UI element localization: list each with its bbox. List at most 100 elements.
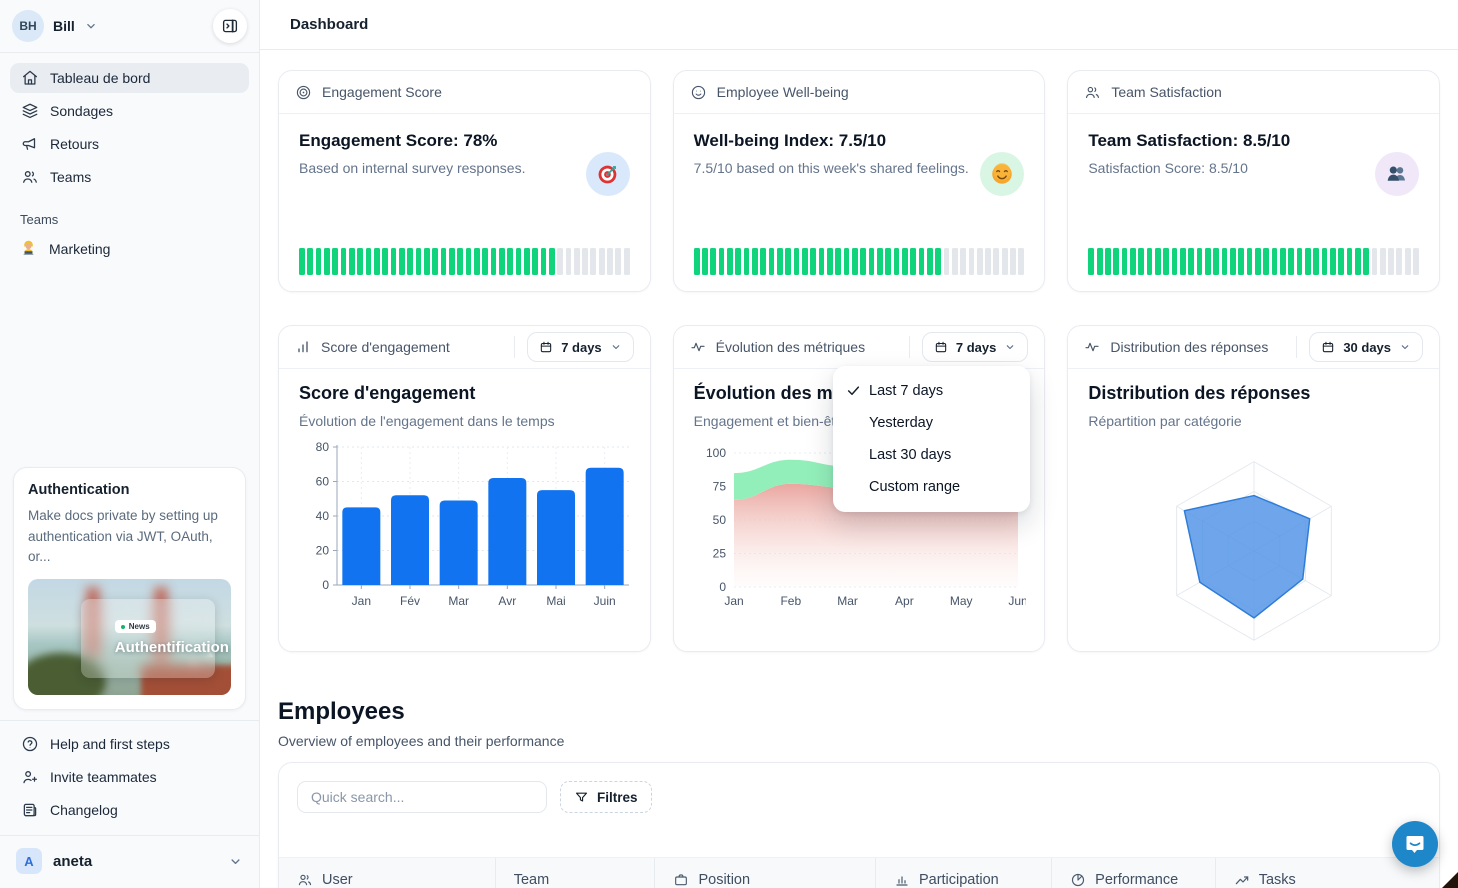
progress-segment bbox=[357, 248, 363, 275]
progress-segment bbox=[1155, 248, 1161, 275]
sidebar-footer-nav: Help and first steps Invite teammates Ch… bbox=[0, 721, 259, 829]
date-range-button[interactable]: 7 days bbox=[922, 332, 1028, 362]
progress-segment bbox=[1280, 248, 1286, 275]
user-avatar[interactable]: BH bbox=[12, 10, 44, 42]
progress-segment bbox=[1288, 248, 1294, 275]
collapse-sidebar-button[interactable] bbox=[213, 9, 247, 43]
progress-segment bbox=[599, 248, 605, 275]
progress-segment bbox=[566, 248, 572, 275]
progress-bar bbox=[694, 248, 1025, 275]
progress-segment bbox=[935, 248, 941, 275]
progress-segment bbox=[432, 248, 438, 275]
progress-segment bbox=[299, 248, 305, 275]
chat-launcher-button[interactable] bbox=[1392, 821, 1438, 867]
dropdown-item-custom-range[interactable]: Custom range bbox=[833, 471, 1030, 503]
progress-segment bbox=[727, 248, 733, 275]
svg-text:50: 50 bbox=[712, 513, 726, 527]
progress-segment bbox=[760, 248, 766, 275]
sidebar-item-dashboard[interactable]: Tableau de bord bbox=[10, 63, 249, 93]
users-icon bbox=[297, 872, 313, 888]
chat-icon bbox=[1403, 832, 1427, 856]
progress-segment bbox=[307, 248, 313, 275]
home-icon bbox=[21, 69, 39, 87]
sidebar-item-invite[interactable]: Invite teammates bbox=[10, 762, 249, 792]
progress-segment bbox=[702, 248, 708, 275]
divider bbox=[909, 336, 910, 358]
sidebar-item-changelog[interactable]: Changelog bbox=[10, 795, 249, 825]
briefcase-icon bbox=[673, 872, 689, 888]
team-item-label: Marketing bbox=[49, 241, 110, 257]
sidebar-header: BH Bill bbox=[0, 0, 259, 52]
search-input[interactable] bbox=[297, 781, 547, 813]
progress-segment bbox=[1263, 248, 1269, 275]
sidebar-item-label: Tableau de bord bbox=[50, 70, 150, 86]
svg-text:Mar: Mar bbox=[448, 594, 469, 608]
progress-bar bbox=[1088, 248, 1419, 275]
newspaper-icon bbox=[21, 801, 39, 819]
card-header-label: Team Satisfaction bbox=[1111, 84, 1222, 100]
chart-subtitle: Répartition par catégorie bbox=[1088, 413, 1419, 429]
column-header-team[interactable]: Team bbox=[495, 858, 655, 888]
sidebar-item-marketing[interactable]: Marketing bbox=[0, 233, 259, 264]
progress-segment bbox=[1405, 248, 1411, 275]
progress-segment bbox=[324, 248, 330, 275]
progress-segment bbox=[474, 248, 480, 275]
date-range-label: 30 days bbox=[1343, 340, 1391, 355]
news-dot-icon bbox=[121, 625, 125, 629]
person-plus-icon bbox=[21, 768, 39, 786]
column-header-participation[interactable]: Participation bbox=[875, 858, 1051, 888]
stat-card-engagement: Engagement Score Engagement Score: 78% B… bbox=[278, 70, 651, 292]
svg-text:25: 25 bbox=[712, 547, 726, 561]
progress-segment bbox=[894, 248, 900, 275]
svg-text:Avr: Avr bbox=[498, 594, 516, 608]
svg-text:Fév: Fév bbox=[400, 594, 420, 608]
promo-card-authentication[interactable]: Authentication Make docs private by sett… bbox=[13, 467, 246, 710]
chart-title: Distribution des réponses bbox=[1088, 383, 1419, 404]
progress-segment bbox=[769, 248, 775, 275]
workspace-switcher[interactable]: A aneta bbox=[0, 835, 259, 888]
date-range-button[interactable]: 30 days bbox=[1309, 332, 1423, 362]
column-header-position[interactable]: Position bbox=[654, 858, 875, 888]
progress-bar bbox=[299, 248, 630, 275]
progress-segment bbox=[810, 248, 816, 275]
mouse-cursor bbox=[1442, 872, 1458, 888]
progress-segment bbox=[844, 248, 850, 275]
user-name[interactable]: Bill bbox=[53, 18, 75, 34]
progress-segment bbox=[1255, 248, 1261, 275]
chevron-down-icon[interactable] bbox=[84, 19, 98, 33]
progress-segment bbox=[985, 248, 991, 275]
dropdown-item-last-30-days[interactable]: Last 30 days bbox=[833, 439, 1030, 471]
progress-segment bbox=[1088, 248, 1094, 275]
page-title: Dashboard bbox=[290, 16, 368, 33]
svg-text:Jun: Jun bbox=[1008, 594, 1026, 608]
sidebar-nav: Tableau de bord Sondages Retours Teams bbox=[0, 53, 259, 202]
sidebar-item-feedback[interactable]: Retours bbox=[10, 129, 249, 159]
sidebar-item-help[interactable]: Help and first steps bbox=[10, 729, 249, 759]
column-label: Participation bbox=[919, 872, 999, 888]
progress-segment bbox=[1113, 248, 1119, 275]
promo-image: News Authentification bbox=[28, 579, 231, 695]
workspace-name: aneta bbox=[53, 853, 92, 870]
progress-segment bbox=[827, 248, 833, 275]
svg-text:75: 75 bbox=[712, 480, 726, 494]
promo-text: Make docs private by setting up authenti… bbox=[28, 506, 231, 567]
date-range-button[interactable]: 7 days bbox=[527, 332, 633, 362]
dropdown-item-yesterday[interactable]: Yesterday bbox=[833, 407, 1030, 439]
progress-segment bbox=[1396, 248, 1402, 275]
filters-button[interactable]: Filtres bbox=[560, 781, 652, 813]
column-label: Team bbox=[514, 872, 549, 888]
progress-segment bbox=[416, 248, 422, 275]
progress-segment bbox=[1380, 248, 1386, 275]
progress-segment bbox=[1188, 248, 1194, 275]
sidebar-item-teams[interactable]: Teams bbox=[10, 162, 249, 192]
stat-emoji-badge bbox=[1375, 152, 1419, 196]
stat-subtitle: Satisfaction Score: 8.5/10 bbox=[1088, 160, 1419, 176]
sidebar-item-surveys[interactable]: Sondages bbox=[10, 96, 249, 126]
table-header-row: User Team Position Participation bbox=[279, 857, 1439, 888]
progress-segment bbox=[1018, 248, 1024, 275]
date-range-label: 7 days bbox=[956, 340, 996, 355]
column-header-user[interactable]: User bbox=[279, 858, 495, 888]
dropdown-item-last-7-days[interactable]: Last 7 days bbox=[833, 375, 1030, 407]
card-header-right: 30 days bbox=[1296, 332, 1423, 362]
column-header-performance[interactable]: Performance bbox=[1051, 858, 1215, 888]
